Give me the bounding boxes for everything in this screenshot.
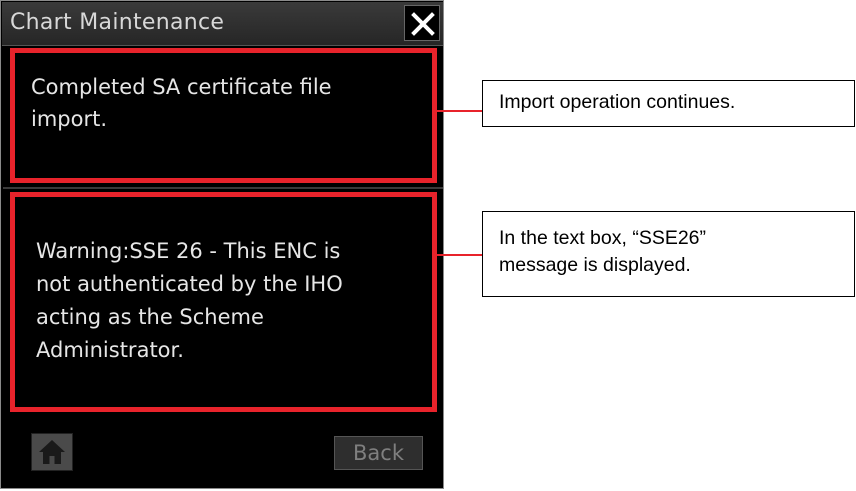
warning-message-box: Warning:SSE 26 - This ENC is not authent… xyxy=(10,192,437,412)
divider xyxy=(3,187,443,189)
status-message-text: Completed SA certificate file import. xyxy=(31,75,332,131)
close-button[interactable] xyxy=(404,5,440,41)
home-icon xyxy=(39,440,65,464)
back-button[interactable]: Back xyxy=(334,436,423,470)
callout-leader-line xyxy=(436,254,482,256)
callout-import-continues: Import operation continues. xyxy=(482,80,855,127)
warning-message-text: Warning:SSE 26 - This ENC is not authent… xyxy=(36,239,343,362)
callout-sse26-displayed: In the text box, “SSE26” message is disp… xyxy=(482,211,855,297)
chart-maintenance-dialog: Chart Maintenance Completed SA certifica… xyxy=(0,0,444,489)
home-button[interactable] xyxy=(31,433,73,471)
callout-leader-line xyxy=(436,110,482,112)
title-bar: Chart Maintenance xyxy=(2,2,443,46)
dialog-title: Chart Maintenance xyxy=(10,10,225,35)
close-icon xyxy=(411,12,435,36)
status-message-box: Completed SA certificate file import. xyxy=(10,48,437,183)
